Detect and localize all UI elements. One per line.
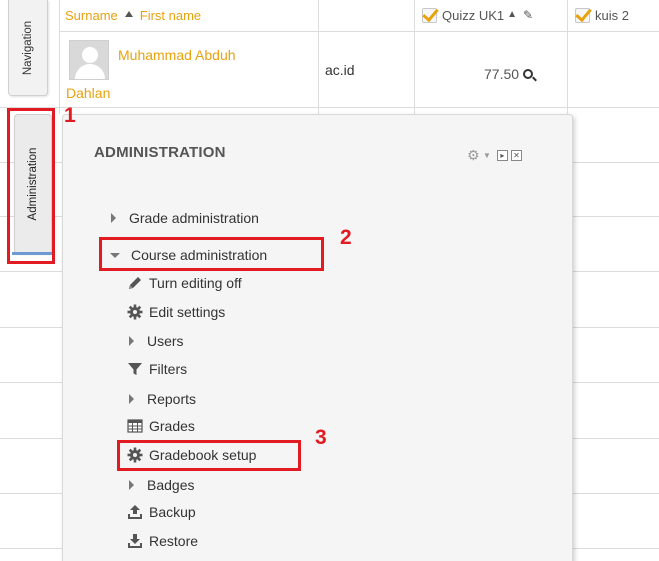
tree-item-label: Course administration: [131, 247, 268, 263]
tree-item-label: Backup: [149, 504, 196, 520]
gear-icon: [127, 304, 143, 320]
tree-item-turn-editing-off[interactable]: Turn editing off: [127, 275, 242, 291]
filter-icon: [127, 361, 143, 377]
sort-surname-link[interactable]: Surname: [65, 8, 118, 23]
gear-icon: [127, 447, 143, 463]
gear-icon[interactable]: ⚙: [467, 148, 481, 162]
close-icon[interactable]: ✕: [510, 149, 522, 161]
annotation-number-step1: 1: [64, 104, 76, 127]
grid-line: [0, 107, 659, 108]
collapsed-arrow-icon: [111, 213, 116, 223]
tree-item-edit-settings[interactable]: Edit settings: [127, 304, 225, 320]
tree-item-label: Restore: [149, 533, 199, 549]
tree-item-label: Grade administration: [129, 210, 259, 226]
tree-item-course-administration[interactable]: Course administration: [110, 247, 267, 263]
expanded-arrow-icon: [110, 252, 120, 258]
grid-line: [59, 0, 60, 114]
annotation-number-step3: 3: [315, 426, 327, 449]
sort-ascending-icon: [124, 11, 133, 17]
tree-item-reports[interactable]: Reports: [129, 391, 196, 407]
dock-tab-administration[interactable]: Administration: [14, 114, 52, 254]
grade-cell[interactable]: 77.50: [484, 66, 534, 82]
tree-item-label: Badges: [147, 477, 195, 493]
student-name-link-cont[interactable]: Dahlan: [66, 85, 110, 101]
column-header-quiz1: Quizz UK1 ▲︎ ✎: [422, 0, 533, 30]
table-icon: [127, 418, 143, 434]
student-email: ac.id: [325, 62, 355, 78]
dock-tab-label: Navigation: [22, 20, 34, 75]
grid-line: [59, 31, 659, 32]
tree-item-label: Turn editing off: [149, 275, 242, 291]
tree-item-grade-administration[interactable]: Grade administration: [111, 210, 259, 226]
annotation-number-step2: 2: [340, 226, 352, 249]
active-tab-indicator: [12, 252, 52, 255]
sort-firstname-link[interactable]: First name: [140, 8, 201, 23]
tree-item-users[interactable]: Users: [129, 333, 184, 349]
tree-item-label: Grades: [149, 418, 195, 434]
edit-pencil-icon[interactable]: ✎: [523, 8, 533, 22]
tree-item-grades[interactable]: Grades: [127, 418, 195, 434]
grid-line: [318, 0, 319, 114]
pencil-icon: [127, 275, 143, 291]
avatar[interactable]: [69, 40, 109, 80]
collapsed-arrow-icon: [129, 336, 134, 346]
search-icon[interactable]: [523, 69, 534, 79]
tree-item-label: Edit settings: [149, 304, 226, 320]
tree-item-gradebook-setup[interactable]: Gradebook setup: [127, 447, 256, 463]
download-icon: [127, 533, 143, 549]
quiz-checkbox-icon: [422, 7, 437, 23]
upload-icon: [127, 504, 143, 520]
administration-block: ADMINISTRATION ⚙ ▼ ▸ ✕ Grade administrat…: [62, 114, 573, 561]
block-title: ADMINISTRATION: [94, 144, 226, 161]
dock-block-icon[interactable]: ▸: [496, 149, 508, 161]
tree-item-badges[interactable]: Badges: [129, 477, 194, 493]
tree-item-backup[interactable]: Backup: [127, 504, 196, 520]
student-name-link[interactable]: Muhammad Abduh: [118, 47, 236, 63]
dock-tab-navigation[interactable]: Navigation: [8, 0, 48, 96]
tree-item-label: Reports: [147, 391, 197, 407]
grade-value: 77.50: [484, 66, 520, 82]
collapsed-arrow-icon: [129, 480, 134, 490]
collapsed-arrow-icon: [129, 394, 134, 404]
dock-tab-label: Administration: [27, 147, 39, 221]
column-header-name: Surname First name: [65, 0, 201, 30]
chevron-down-icon[interactable]: ▼: [483, 151, 491, 160]
quiz-checkbox-icon: [575, 7, 590, 23]
tree-item-label: Gradebook setup: [149, 447, 257, 463]
column-header-quiz2: kuis 2: [575, 0, 629, 30]
tree-item-label: Filters: [149, 361, 188, 377]
quiz1-header-link[interactable]: Quizz UK1: [442, 8, 504, 23]
block-controls: ⚙ ▼ ▸ ✕: [467, 148, 525, 162]
sort-toggle-icon[interactable]: ▲︎: [507, 10, 517, 20]
tree-item-label: Users: [147, 333, 184, 349]
quiz2-header-link[interactable]: kuis 2: [595, 8, 629, 23]
tree-item-restore[interactable]: Restore: [127, 533, 198, 549]
tree-item-filters[interactable]: Filters: [127, 361, 187, 377]
